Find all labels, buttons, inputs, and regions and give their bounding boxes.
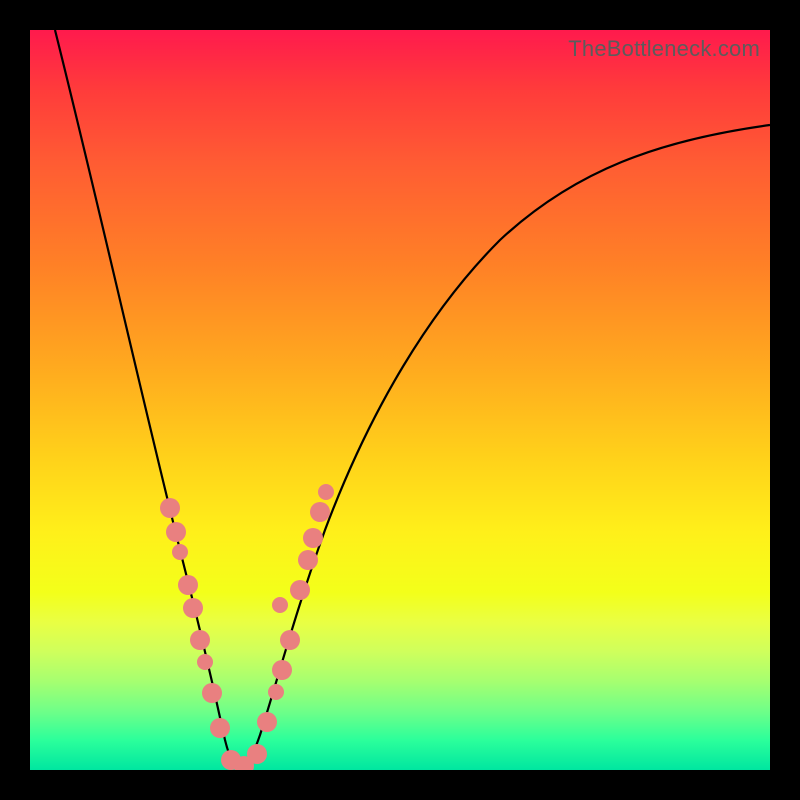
data-dot (178, 575, 198, 595)
data-dot (318, 484, 334, 500)
data-dot (202, 683, 222, 703)
data-dot (183, 598, 203, 618)
bottleneck-curve (30, 30, 770, 770)
data-dot (272, 660, 292, 680)
data-dot (172, 544, 188, 560)
data-dot (280, 630, 300, 650)
data-dot (190, 630, 210, 650)
plot-area: TheBottleneck.com (30, 30, 770, 770)
data-dot (303, 528, 323, 548)
data-dot (310, 502, 330, 522)
data-dot (197, 654, 213, 670)
data-dot (272, 597, 288, 613)
data-dot (257, 712, 277, 732)
data-dot (268, 684, 284, 700)
data-dot (247, 744, 267, 764)
data-dot (166, 522, 186, 542)
data-dot (160, 498, 180, 518)
data-dot (210, 718, 230, 738)
data-dot (298, 550, 318, 570)
data-dot (290, 580, 310, 600)
chart-frame: TheBottleneck.com (0, 0, 800, 800)
curve-path (55, 30, 770, 770)
